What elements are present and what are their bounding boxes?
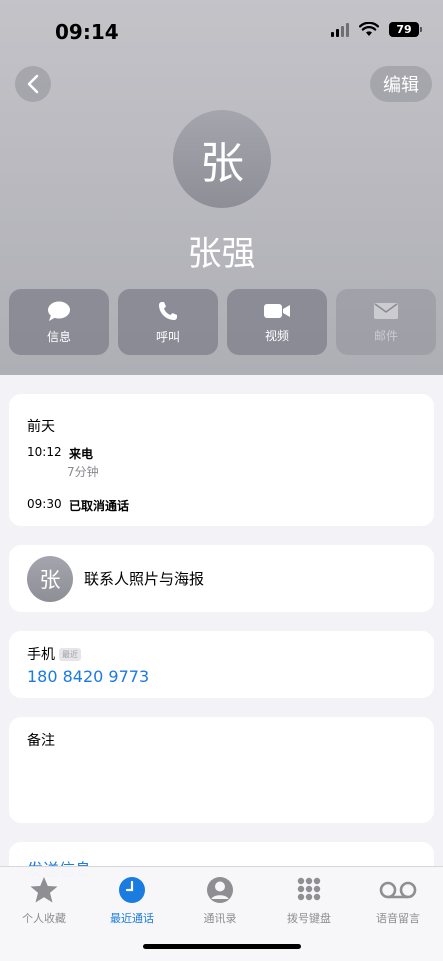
- tab-recents[interactable]: 最近通话: [88, 875, 176, 926]
- tab-voicemail-label: 语音留言: [376, 912, 420, 925]
- home-indicator[interactable]: [143, 944, 301, 949]
- call-type: 已取消通话: [69, 499, 130, 513]
- chevron-left-icon: [27, 74, 39, 94]
- clock-icon: [119, 877, 145, 903]
- contact-avatar[interactable]: 张: [173, 110, 271, 208]
- phone-number[interactable]: 180 8420 9773: [27, 667, 149, 686]
- notes-label: 备注: [27, 733, 55, 749]
- voicemail-icon: [379, 881, 417, 899]
- phone-icon: [159, 301, 177, 320]
- phone-label-row: 手机 最近: [27, 644, 81, 664]
- tab-favorites-label: 个人收藏: [22, 912, 66, 925]
- person-circle-icon: [207, 877, 233, 903]
- mail-button-label: 邮件: [373, 328, 398, 343]
- video-button-label: 视频: [264, 328, 289, 343]
- tab-recents-label: 最近通话: [110, 912, 154, 925]
- envelope-icon: [374, 302, 398, 319]
- video-camera-icon: [264, 303, 290, 318]
- recent-calls-card: 前天 10:12 来电 7分钟 09:30 已取消通话: [9, 394, 434, 526]
- phone-card: 手机 最近 180 8420 9773: [9, 631, 434, 698]
- tab-keypad-label: 拨号键盘: [287, 912, 331, 925]
- status-time: 09:14: [55, 20, 119, 44]
- call-button[interactable]: 呼叫: [118, 289, 218, 355]
- call-type: 来电: [69, 447, 94, 461]
- back-button[interactable]: [15, 66, 51, 102]
- poster-avatar: 张: [27, 555, 73, 602]
- tab-contacts-label: 通讯录: [203, 912, 237, 925]
- call-duration: 7分钟: [67, 465, 99, 479]
- mail-button[interactable]: 邮件: [336, 289, 436, 355]
- message-button[interactable]: 信息: [9, 289, 109, 355]
- call-button-label: 呼叫: [155, 329, 180, 344]
- keypad-icon: [297, 877, 321, 901]
- notes-card[interactable]: 备注: [9, 717, 434, 823]
- recent-date-label: 前天: [27, 419, 55, 435]
- star-icon: [30, 877, 58, 903]
- action-buttons: 信息 呼叫 视频 邮件: [9, 289, 436, 355]
- call-time: 09:30: [27, 497, 62, 511]
- battery-level: 79: [396, 23, 412, 36]
- battery-icon: 79: [389, 22, 422, 37]
- poster-label: 联系人照片与海报: [84, 570, 205, 588]
- edit-button[interactable]: 编辑: [370, 66, 432, 102]
- wifi-icon: [359, 22, 379, 36]
- contact-header: 09:14 79 编辑 张 张强 信息 呼叫 视频 邮件: [0, 0, 443, 375]
- message-bubble-icon: [48, 301, 70, 321]
- contact-photo-poster-row[interactable]: 张 联系人照片与海报: [9, 545, 434, 612]
- message-button-label: 信息: [46, 329, 71, 344]
- status-icons: 79: [331, 22, 422, 37]
- video-button[interactable]: 视频: [227, 289, 327, 355]
- tab-keypad[interactable]: 拨号键盘: [265, 875, 353, 926]
- recent-badge: 最近: [59, 647, 81, 661]
- phone-label: 手机: [27, 647, 55, 663]
- tab-voicemail[interactable]: 语音留言: [354, 875, 442, 926]
- tab-favorites[interactable]: 个人收藏: [0, 875, 88, 926]
- tab-contacts[interactable]: 通讯录: [176, 875, 264, 926]
- call-time: 10:12: [27, 445, 62, 459]
- contact-name: 张强: [187, 234, 256, 274]
- cellular-signal-icon: [331, 22, 349, 37]
